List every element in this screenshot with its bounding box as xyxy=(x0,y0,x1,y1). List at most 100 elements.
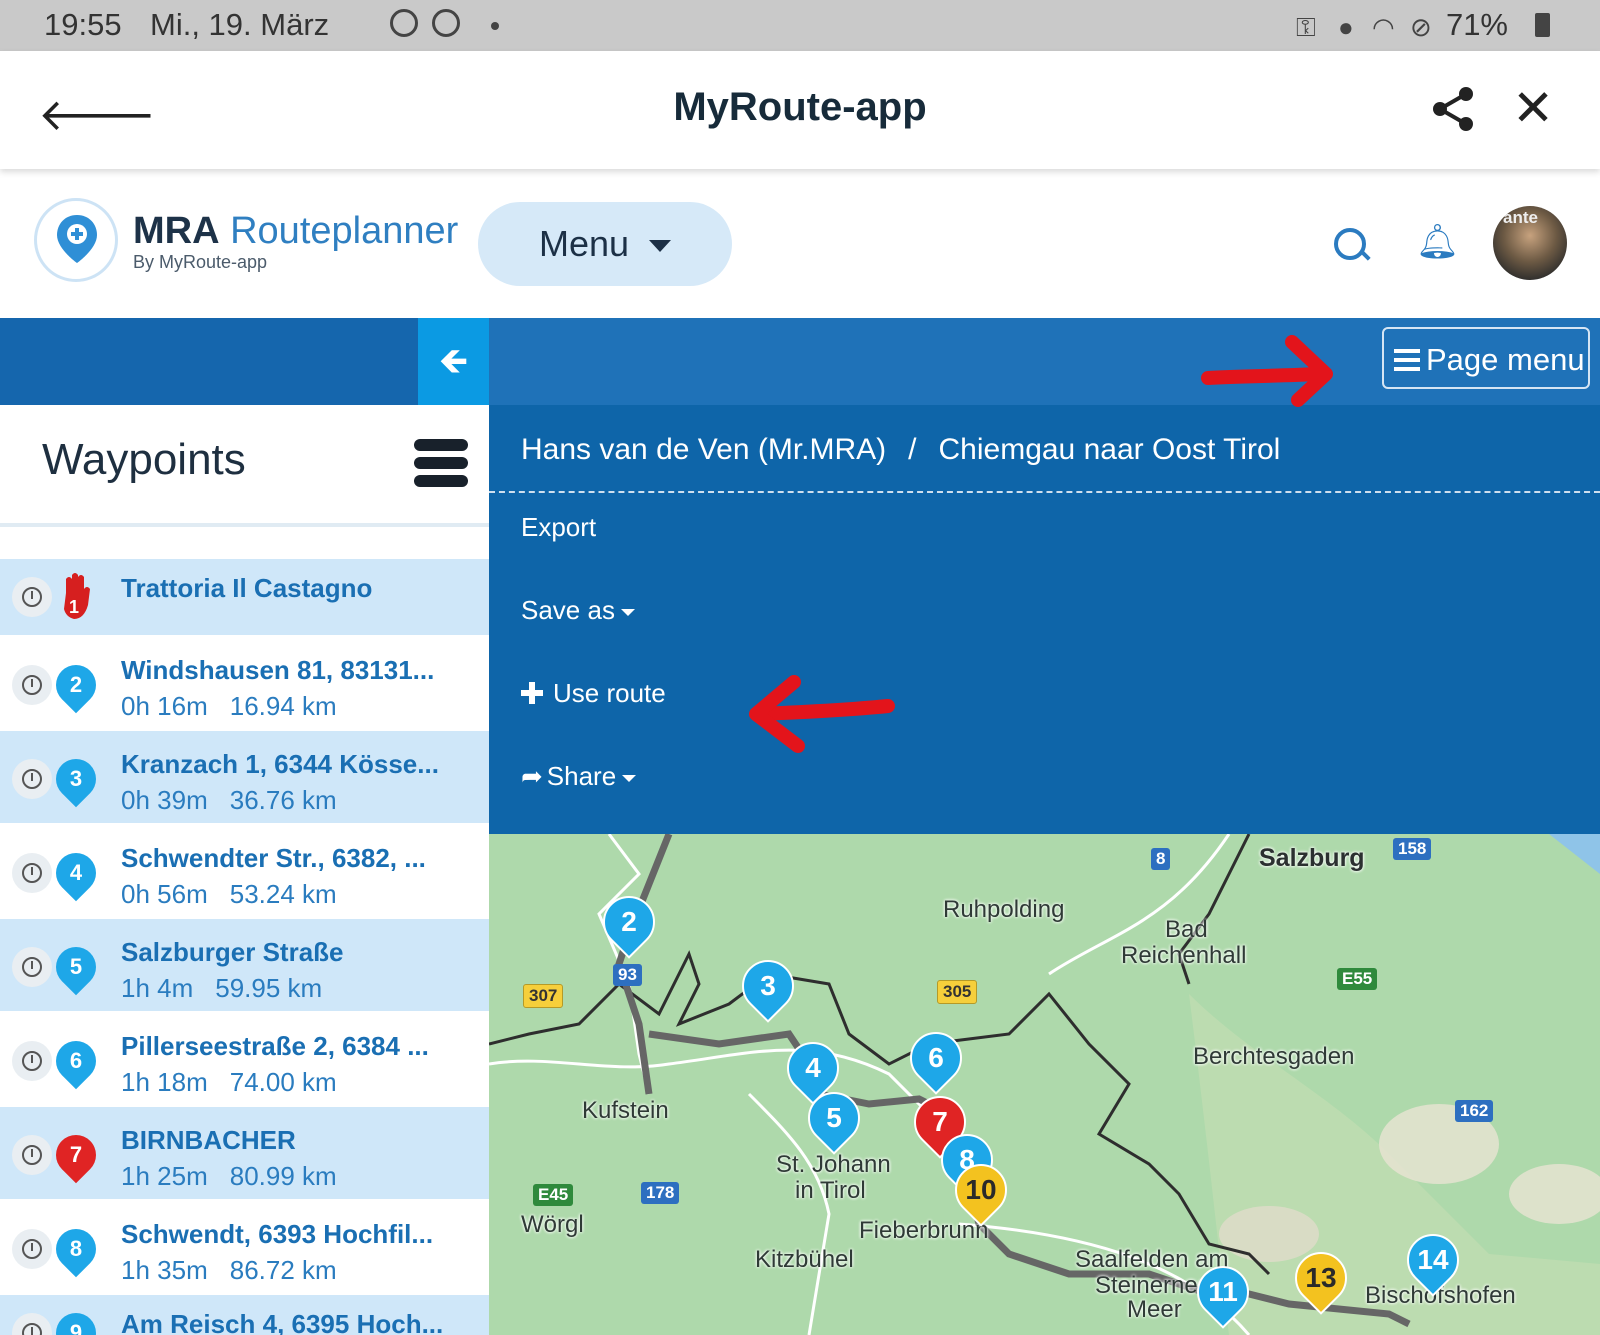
waypoint-meta: 0h 16m 16.94 km xyxy=(121,691,337,722)
clock-icon[interactable] xyxy=(12,1229,52,1269)
waypoint-name[interactable]: Trattoria Il Castagno xyxy=(121,573,372,604)
waypoint-time: 0h 16m xyxy=(121,691,208,721)
waypoint-number: 2 xyxy=(69,672,83,697)
waypoint-row[interactable]: 2 Windshausen 81, 83131... 0h 16m 16.94 km xyxy=(0,637,489,731)
clock-icon[interactable] xyxy=(12,577,52,617)
waypoint-name[interactable]: Schwendter Str., 6382, ... xyxy=(121,843,426,874)
bell-icon[interactable]: 🔔︎ xyxy=(1416,222,1459,262)
divider xyxy=(0,523,489,527)
place-label: Ruhpolding xyxy=(943,896,1065,923)
breadcrumb-separator: / xyxy=(908,433,917,466)
road-shield: 162 xyxy=(1455,1100,1494,1122)
waypoint-distance: 74.00 km xyxy=(229,1067,337,1097)
waypoint-distance: 80.99 km xyxy=(229,1161,337,1191)
waypoint-marker-icon: 6 xyxy=(47,1032,105,1090)
route-map[interactable]: Salzburg Ruhpolding Bad Reichenhall Berc… xyxy=(489,834,1600,1335)
sidebar-toolbar xyxy=(0,318,418,405)
place-label: Bad xyxy=(1165,916,1208,943)
share-menu-item[interactable]: ➦ Share xyxy=(521,761,637,792)
export-menu-item[interactable]: Export xyxy=(521,512,596,543)
waypoint-marker-icon: 9 xyxy=(47,1304,105,1335)
plus-icon xyxy=(521,682,543,704)
waypoint-row[interactable]: 8 Schwendt, 6393 Hochfil... 1h 35m 86.72 km xyxy=(0,1201,489,1295)
caret-down-icon xyxy=(622,774,637,782)
search-icon[interactable] xyxy=(1334,228,1366,260)
place-label: St. Johann xyxy=(776,1151,891,1178)
waypoint-meta: 1h 4m 59.95 km xyxy=(121,973,322,1004)
road-shield: 178 xyxy=(641,1182,680,1204)
waypoint-number: 8 xyxy=(69,1236,83,1261)
waypoint-name[interactable]: Windshausen 81, 83131... xyxy=(121,655,434,686)
arrow-left-icon: 🡸 xyxy=(438,341,469,382)
use-route-menu-item[interactable]: Use route xyxy=(521,678,666,709)
clock-icon[interactable] xyxy=(12,1041,52,1081)
waypoint-marker-icon: 4 xyxy=(47,844,105,902)
logo-tagline: By MyRoute-app xyxy=(133,252,268,272)
place-label: Meer xyxy=(1127,1296,1182,1323)
place-label: Fieberbrunn xyxy=(859,1217,989,1244)
waypoint-distance: 53.24 km xyxy=(229,879,337,909)
waypoint-meta: 0h 56m 53.24 km xyxy=(121,879,337,910)
clock-icon[interactable] xyxy=(12,947,52,987)
waypoint-marker-icon: 3 xyxy=(47,750,105,808)
road-shield: 8 xyxy=(1151,848,1171,870)
dashed-divider xyxy=(489,491,1600,493)
waypoint-row[interactable]: 6 Pillerseestraße 2, 6384 ... 1h 18m 74.00 … xyxy=(0,1013,489,1107)
waypoints-sidebar: Waypoints 1 Trattoria Il Castagno 2 Windsha… xyxy=(0,405,489,1335)
waypoint-row[interactable]: 5 Salzburger Straße 1h 4m 59.95 km xyxy=(0,919,489,1013)
collapse-sidebar-button[interactable]: 🡸 xyxy=(418,318,489,405)
waypoint-row[interactable]: 1 Trattoria Il Castagno xyxy=(0,559,489,637)
clock-icon[interactable] xyxy=(12,665,52,705)
clock-icon[interactable] xyxy=(12,1135,52,1175)
waypoint-name[interactable]: Kranzach 1, 6344 Kösse... xyxy=(121,749,439,780)
share-icon[interactable] xyxy=(1430,85,1478,133)
waypoint-distance: 16.94 km xyxy=(229,691,337,721)
avatar[interactable]: ante xyxy=(1493,206,1567,280)
road-shield: 305 xyxy=(937,980,978,1004)
place-label: Kitzbühel xyxy=(755,1246,854,1273)
close-icon[interactable]: ✕ xyxy=(1512,79,1554,137)
waypoint-time: 0h 39m xyxy=(121,785,208,815)
do-not-disturb-icon: ⊘ xyxy=(1410,12,1432,42)
waypoint-row[interactable]: 9 Am Reisch 4, 6395 Hoch... xyxy=(0,1295,489,1335)
waypoint-name[interactable]: Pillerseestraße 2, 6384 ... xyxy=(121,1031,429,1062)
battery-percentage: 71% xyxy=(1445,7,1508,42)
waypoint-time: 0h 56m xyxy=(121,879,208,909)
waypoint-name[interactable]: Am Reisch 4, 6395 Hoch... xyxy=(121,1309,443,1335)
breadcrumb-route[interactable]: Chiemgau naar Oost Tirol xyxy=(939,433,1281,466)
waypoint-name[interactable]: BIRNBACHER xyxy=(121,1125,296,1156)
waypoint-name[interactable]: Salzburger Straße xyxy=(121,937,344,968)
key-icon: ⚿ xyxy=(1296,12,1316,42)
waypoint-distance: 86.72 km xyxy=(229,1255,337,1285)
more-notifications-icon xyxy=(491,22,499,30)
waypoint-number: 6 xyxy=(69,1048,83,1073)
clock-icon[interactable] xyxy=(12,853,52,893)
waypoint-row[interactable]: 3 Kranzach 1, 6344 Kösse... 0h 39m 36.76 km xyxy=(0,731,489,825)
stop-hand-icon: 1 xyxy=(64,573,90,619)
waypoint-distance: 59.95 km xyxy=(215,973,323,1003)
place-label: in Tirol xyxy=(795,1177,866,1204)
breadcrumb-user[interactable]: Hans van de Ven (Mr.MRA) xyxy=(521,433,886,466)
waypoint-row[interactable]: 4 Schwendter Str., 6382, ... 0h 56m 53.24 k… xyxy=(0,825,489,919)
waypoint-row[interactable]: 7 BIRNBACHER 1h 25m 80.99 km xyxy=(0,1107,489,1201)
status-date: Mi., 19. März xyxy=(150,7,330,42)
waypoint-meta: 0h 39m 36.76 km xyxy=(121,785,337,816)
notification-app-icon xyxy=(390,9,418,37)
clock-icon[interactable] xyxy=(12,759,52,799)
logo-wordmark[interactable]: MRA Routeplanner xyxy=(133,210,458,253)
place-label: Kufstein xyxy=(582,1097,669,1124)
waypoint-meta: 1h 25m 80.99 km xyxy=(121,1161,337,1192)
road-shield: E55 xyxy=(1337,968,1378,990)
mra-logo-icon[interactable] xyxy=(34,198,118,282)
clock-icon[interactable] xyxy=(12,1313,52,1335)
waypoint-number: 4 xyxy=(69,860,83,885)
waypoint-name[interactable]: Schwendt, 6393 Hochfil... xyxy=(121,1219,433,1250)
sidebar-title: Waypoints xyxy=(42,435,246,484)
waypoints-menu-icon[interactable] xyxy=(414,437,468,489)
page-menu-button[interactable]: Page menu xyxy=(1382,327,1590,389)
save-as-menu-item[interactable]: Save as xyxy=(521,595,635,626)
road-shield: E45 xyxy=(533,1184,574,1206)
main-menu-button[interactable]: Menu xyxy=(478,202,732,286)
chevron-down-icon xyxy=(649,240,672,253)
page-menu-panel: Hans van de Ven (Mr.MRA) / Chiemgau naar O… xyxy=(489,405,1600,834)
